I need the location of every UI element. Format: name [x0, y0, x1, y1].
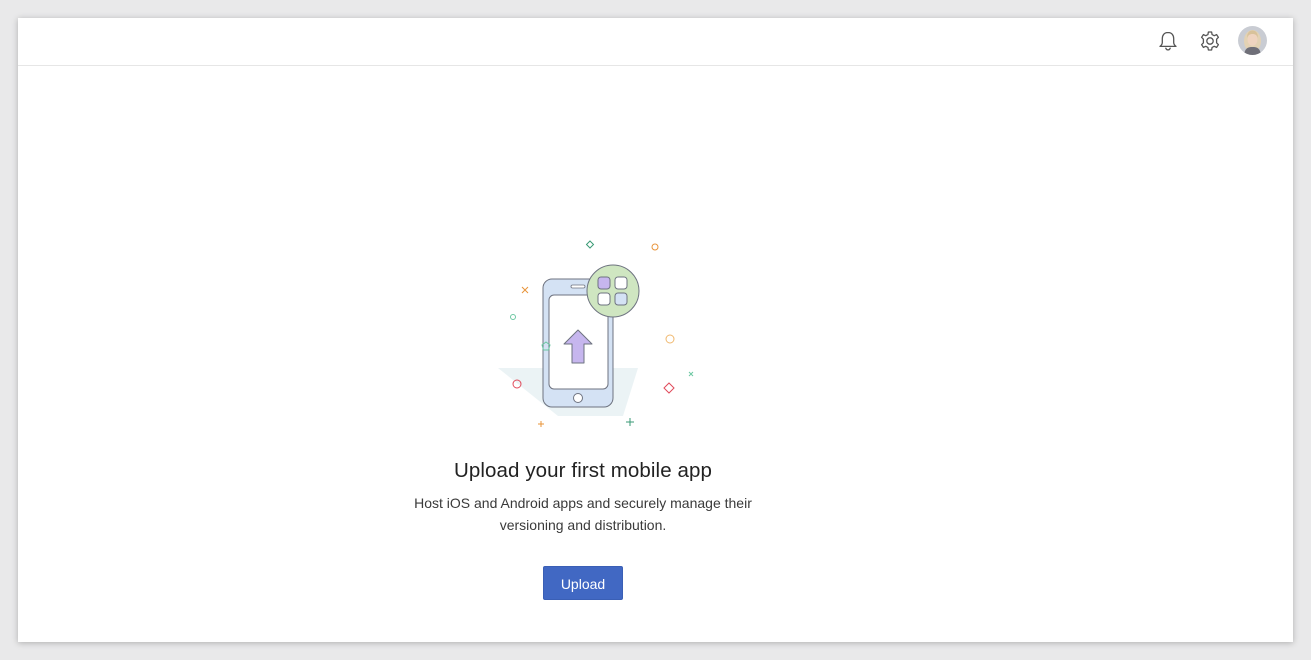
gear-icon[interactable] [1199, 30, 1221, 52]
upload-app-illustration [498, 240, 694, 427]
upload-button[interactable]: Upload [543, 566, 623, 600]
bell-icon[interactable] [1157, 30, 1179, 52]
app-window: Upload your first mobile app Host iOS an… [18, 18, 1293, 642]
empty-state-description: Host iOS and Android apps and securely m… [414, 495, 752, 533]
empty-state-title: Upload your first mobile app [453, 459, 713, 482]
user-avatar[interactable] [1238, 26, 1267, 55]
top-bar [18, 18, 1293, 66]
empty-state: Upload your first mobile app Host iOS an… [18, 66, 1293, 642]
